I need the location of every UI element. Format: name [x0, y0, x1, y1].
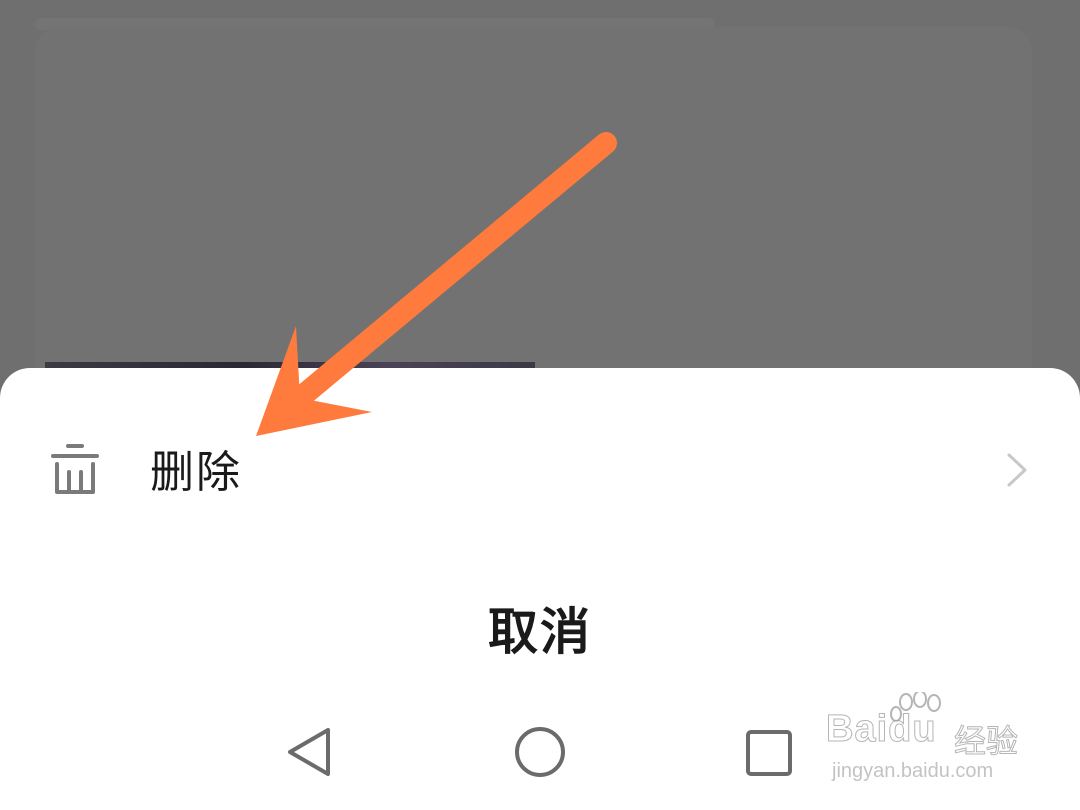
home-icon[interactable]: [513, 725, 567, 779]
watermark-brand: Baidu: [825, 708, 937, 751]
cancel-button[interactable]: 取消: [390, 590, 690, 666]
watermark-product: 经验: [953, 723, 1019, 760]
background-content-card: [35, 27, 1032, 407]
baidu-jingyan-watermark: Baidu 经验 jingyan.baidu.com: [825, 692, 1026, 790]
watermark-url: jingyan.baidu.com: [832, 760, 994, 782]
trash-icon: [51, 444, 99, 494]
recents-icon[interactable]: [745, 729, 793, 777]
delete-label: 删除: [150, 447, 242, 498]
back-icon[interactable]: [284, 726, 334, 778]
chevron-right-icon: [1007, 453, 1027, 487]
